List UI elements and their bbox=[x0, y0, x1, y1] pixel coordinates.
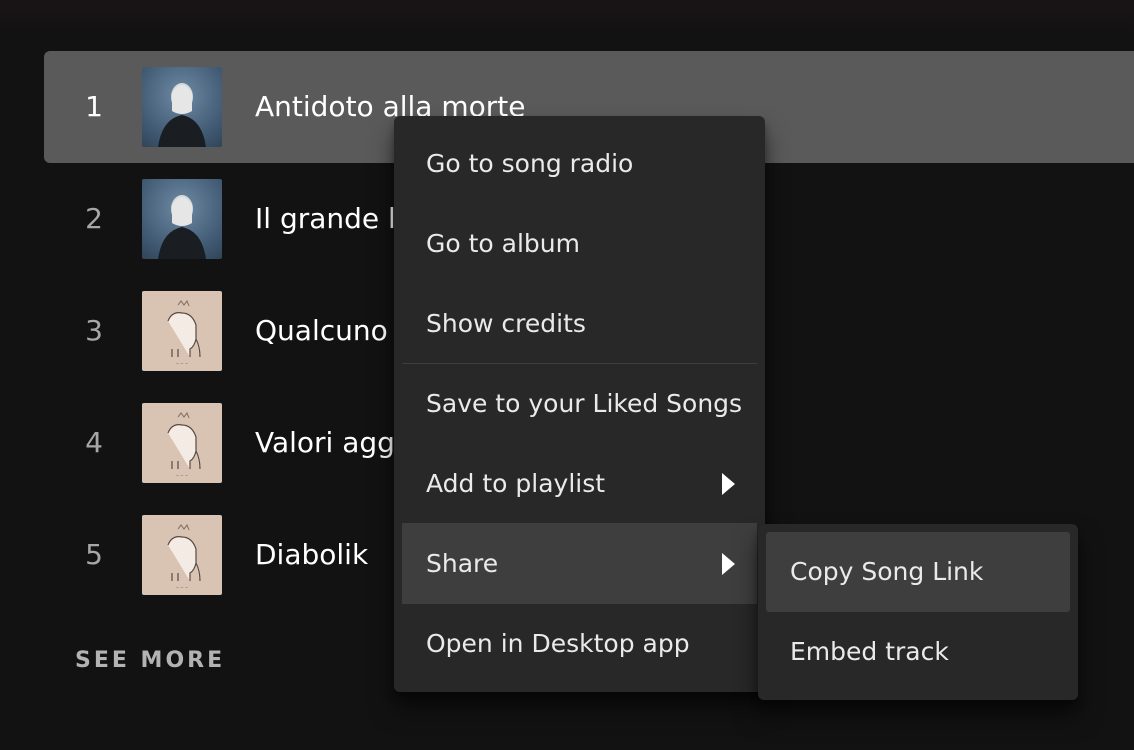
track-number: 1 bbox=[85, 90, 103, 123]
menu-item-save-to-liked-songs[interactable]: Save to your Liked Songs bbox=[402, 364, 757, 444]
menu-item-label: Share bbox=[426, 549, 499, 578]
album-cover: ~ ~ ~ bbox=[142, 291, 222, 371]
track-title[interactable]: Qualcuno bbox=[255, 275, 388, 387]
album-cover bbox=[142, 67, 222, 147]
submenu-item-copy-song-link[interactable]: Copy Song Link bbox=[766, 532, 1070, 612]
menu-item-open-in-desktop-app[interactable]: Open in Desktop app bbox=[402, 604, 757, 684]
caret-right-icon bbox=[722, 553, 735, 575]
submenu-item-embed-track[interactable]: Embed track bbox=[766, 612, 1070, 692]
menu-item-go-to-album[interactable]: Go to album bbox=[402, 204, 757, 284]
track-title[interactable]: Il grande l bbox=[255, 163, 396, 275]
menu-item-share[interactable]: Share bbox=[402, 524, 757, 604]
album-cover: ~ ~ ~ bbox=[142, 515, 222, 595]
track-title[interactable]: Valori agg bbox=[255, 387, 395, 499]
context-menu: Go to song radio Go to album Show credit… bbox=[394, 116, 765, 692]
track-number: 4 bbox=[85, 426, 103, 459]
album-cover bbox=[142, 179, 222, 259]
track-number: 5 bbox=[85, 538, 103, 571]
track-number: 3 bbox=[85, 314, 103, 347]
share-submenu: Copy Song Link Embed track bbox=[758, 524, 1078, 700]
menu-item-go-to-song-radio[interactable]: Go to song radio bbox=[402, 124, 757, 204]
svg-text:~ ~ ~: ~ ~ ~ bbox=[176, 473, 189, 478]
menu-item-add-to-playlist[interactable]: Add to playlist bbox=[402, 444, 757, 524]
see-more-link[interactable]: SEE MORE bbox=[75, 648, 225, 673]
svg-text:~ ~ ~: ~ ~ ~ bbox=[176, 585, 189, 590]
album-cover: ~ ~ ~ bbox=[142, 403, 222, 483]
menu-item-label: Add to playlist bbox=[426, 469, 606, 498]
track-title[interactable]: Diabolik bbox=[255, 499, 368, 611]
caret-right-icon bbox=[722, 473, 735, 495]
track-number: 2 bbox=[85, 202, 103, 235]
menu-item-show-credits[interactable]: Show credits bbox=[402, 284, 757, 364]
svg-text:~ ~ ~: ~ ~ ~ bbox=[176, 361, 189, 366]
